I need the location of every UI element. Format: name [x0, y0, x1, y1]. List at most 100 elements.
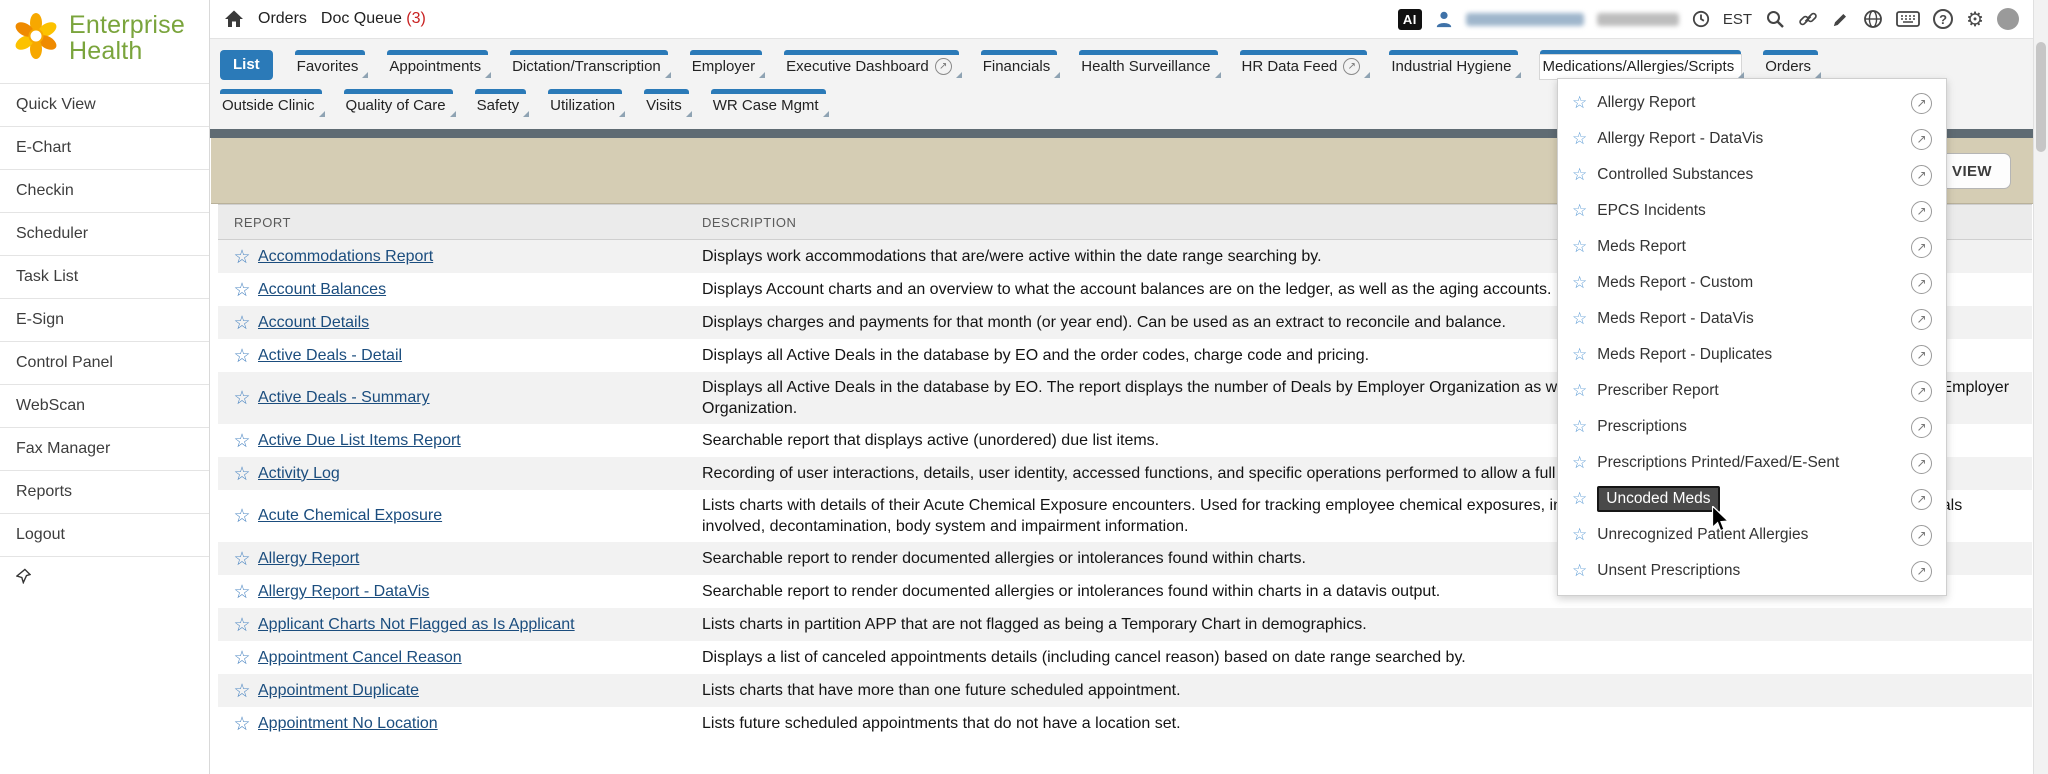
- tab-dictation-transcription[interactable]: Dictation/Transcription: [510, 50, 668, 79]
- tab-outside-clinic[interactable]: Outside Clinic: [220, 89, 322, 118]
- favorite-star-icon[interactable]: ☆: [1572, 561, 1587, 581]
- favorite-star-icon[interactable]: ☆: [1572, 345, 1587, 365]
- menu-item-epcs-incidents[interactable]: ☆EPCS Incidents↗: [1558, 193, 1946, 229]
- menu-item-uncoded-meds[interactable]: ☆Uncoded Meds↗: [1558, 481, 1946, 517]
- tab-safety[interactable]: Safety: [475, 89, 527, 118]
- tab-quality-of-care[interactable]: Quality of Care: [344, 89, 453, 118]
- report-link[interactable]: Account Details: [258, 314, 369, 332]
- ai-badge[interactable]: AI: [1398, 9, 1422, 30]
- favorite-star-icon[interactable]: ☆: [1572, 237, 1587, 257]
- favorite-star-icon[interactable]: ☆: [1572, 489, 1587, 509]
- pin-button[interactable]: [0, 557, 209, 600]
- keyboard-icon[interactable]: [1896, 11, 1920, 27]
- report-link[interactable]: Accommodations Report: [258, 248, 433, 266]
- edit-pencil-icon[interactable]: [1831, 10, 1850, 29]
- menu-item-meds-report-custom[interactable]: ☆Meds Report - Custom↗: [1558, 265, 1946, 301]
- report-link[interactable]: Appointment Cancel Reason: [258, 649, 462, 667]
- favorite-star-icon[interactable]: ☆: [1572, 309, 1587, 329]
- tab-health-surveillance[interactable]: Health Surveillance: [1079, 50, 1217, 79]
- favorite-star-icon[interactable]: ☆: [226, 680, 258, 702]
- favorite-star-icon[interactable]: ☆: [1572, 417, 1587, 437]
- favorite-star-icon[interactable]: ☆: [226, 387, 258, 409]
- home-icon[interactable]: [224, 9, 244, 29]
- report-link[interactable]: Allergy Report - DataVis: [258, 583, 429, 601]
- favorite-star-icon[interactable]: ☆: [226, 430, 258, 452]
- tab-industrial-hygiene[interactable]: Industrial Hygiene: [1389, 50, 1518, 79]
- sidebar-item-control-panel[interactable]: Control Panel: [0, 342, 209, 385]
- favorite-star-icon[interactable]: ☆: [226, 505, 258, 527]
- sidebar-item-e-sign[interactable]: E-Sign: [0, 299, 209, 342]
- link-icon[interactable]: [1798, 9, 1818, 29]
- open-report-icon[interactable]: ↗: [1911, 129, 1932, 150]
- open-report-icon[interactable]: ↗: [1911, 345, 1932, 366]
- favorite-star-icon[interactable]: ☆: [226, 581, 258, 603]
- open-report-icon[interactable]: ↗: [1911, 525, 1932, 546]
- sidebar-item-fax-manager[interactable]: Fax Manager: [0, 428, 209, 471]
- report-link[interactable]: Account Balances: [258, 281, 386, 299]
- favorite-star-icon[interactable]: ☆: [1572, 165, 1587, 185]
- favorite-star-icon[interactable]: ☆: [1572, 381, 1587, 401]
- tab-medications-allergies-scripts[interactable]: Medications/Allergies/Scripts: [1540, 50, 1741, 79]
- open-report-icon[interactable]: ↗: [1911, 561, 1932, 582]
- menu-item-meds-report[interactable]: ☆Meds Report↗: [1558, 229, 1946, 265]
- favorite-star-icon[interactable]: ☆: [1572, 273, 1587, 293]
- search-icon[interactable]: [1765, 9, 1785, 29]
- tab-executive-dashboard[interactable]: Executive Dashboard↗: [784, 50, 959, 79]
- favorite-star-icon[interactable]: ☆: [226, 246, 258, 268]
- report-link[interactable]: Appointment Duplicate: [258, 682, 419, 700]
- avatar[interactable]: [1997, 8, 2019, 30]
- open-report-icon[interactable]: ↗: [1911, 93, 1932, 114]
- menu-doc-queue[interactable]: Doc Queue (3): [321, 10, 426, 28]
- sidebar-item-task-list[interactable]: Task List: [0, 256, 209, 299]
- sidebar-item-e-chart[interactable]: E-Chart: [0, 127, 209, 170]
- favorite-star-icon[interactable]: ☆: [226, 713, 258, 735]
- report-link[interactable]: Allergy Report: [258, 550, 359, 568]
- open-report-icon[interactable]: ↗: [1911, 237, 1932, 258]
- favorite-star-icon[interactable]: ☆: [226, 463, 258, 485]
- report-link[interactable]: Acute Chemical Exposure: [258, 507, 442, 525]
- menu-item-controlled-substances[interactable]: ☆Controlled Substances↗: [1558, 157, 1946, 193]
- user-icon[interactable]: [1435, 10, 1453, 28]
- open-report-icon[interactable]: ↗: [1911, 273, 1932, 294]
- menu-item-prescriber-report[interactable]: ☆Prescriber Report↗: [1558, 373, 1946, 409]
- sidebar-item-webscan[interactable]: WebScan: [0, 385, 209, 428]
- favorite-star-icon[interactable]: ☆: [1572, 129, 1587, 149]
- tab-list[interactable]: List: [220, 50, 273, 80]
- open-report-icon[interactable]: ↗: [1911, 309, 1932, 330]
- report-link[interactable]: Applicant Charts Not Flagged as Is Appli…: [258, 616, 575, 634]
- open-report-icon[interactable]: ↗: [1911, 417, 1932, 438]
- favorite-star-icon[interactable]: ☆: [226, 647, 258, 669]
- report-link[interactable]: Activity Log: [258, 465, 340, 483]
- menu-item-prescriptions[interactable]: ☆Prescriptions↗: [1558, 409, 1946, 445]
- menu-item-allergy-report-datavis[interactable]: ☆Allergy Report - DataVis↗: [1558, 121, 1946, 157]
- menu-item-meds-report-duplicates[interactable]: ☆Meds Report - Duplicates↗: [1558, 337, 1946, 373]
- vertical-scrollbar[interactable]: [2033, 0, 2048, 774]
- favorite-star-icon[interactable]: ☆: [226, 312, 258, 334]
- open-report-icon[interactable]: ↗: [1911, 201, 1932, 222]
- sidebar-item-logout[interactable]: Logout: [0, 514, 209, 557]
- menu-item-unsent-prescriptions[interactable]: ☆Unsent Prescriptions↗: [1558, 553, 1946, 589]
- favorite-star-icon[interactable]: ☆: [226, 614, 258, 636]
- favorite-star-icon[interactable]: ☆: [1572, 453, 1587, 473]
- menu-item-unrecognized-patient-allergies[interactable]: ☆Unrecognized Patient Allergies↗: [1558, 517, 1946, 553]
- sidebar-item-quick-view[interactable]: Quick View: [0, 84, 209, 127]
- menu-item-meds-report-datavis[interactable]: ☆Meds Report - DataVis↗: [1558, 301, 1946, 337]
- tab-orders[interactable]: Orders: [1763, 50, 1818, 79]
- tab-hr-data-feed[interactable]: HR Data Feed↗: [1240, 50, 1368, 79]
- menu-item-allergy-report[interactable]: ☆Allergy Report↗: [1558, 85, 1946, 121]
- report-link[interactable]: Appointment No Location: [258, 715, 438, 733]
- tab-financials[interactable]: Financials: [981, 50, 1058, 79]
- help-icon[interactable]: ?: [1933, 9, 1953, 29]
- tab-appointments[interactable]: Appointments: [387, 50, 488, 79]
- report-link[interactable]: Active Deals - Summary: [258, 389, 430, 407]
- favorite-star-icon[interactable]: ☆: [1572, 93, 1587, 113]
- open-report-icon[interactable]: ↗: [1911, 381, 1932, 402]
- favorite-star-icon[interactable]: ☆: [1572, 525, 1587, 545]
- open-report-icon[interactable]: ↗: [1911, 489, 1932, 510]
- menu-orders[interactable]: Orders: [258, 10, 307, 28]
- sidebar-item-scheduler[interactable]: Scheduler: [0, 213, 209, 256]
- favorite-star-icon[interactable]: ☆: [1572, 201, 1587, 221]
- tab-wr-case-mgmt[interactable]: WR Case Mgmt: [711, 89, 826, 118]
- favorite-star-icon[interactable]: ☆: [226, 279, 258, 301]
- report-link[interactable]: Active Due List Items Report: [258, 432, 461, 450]
